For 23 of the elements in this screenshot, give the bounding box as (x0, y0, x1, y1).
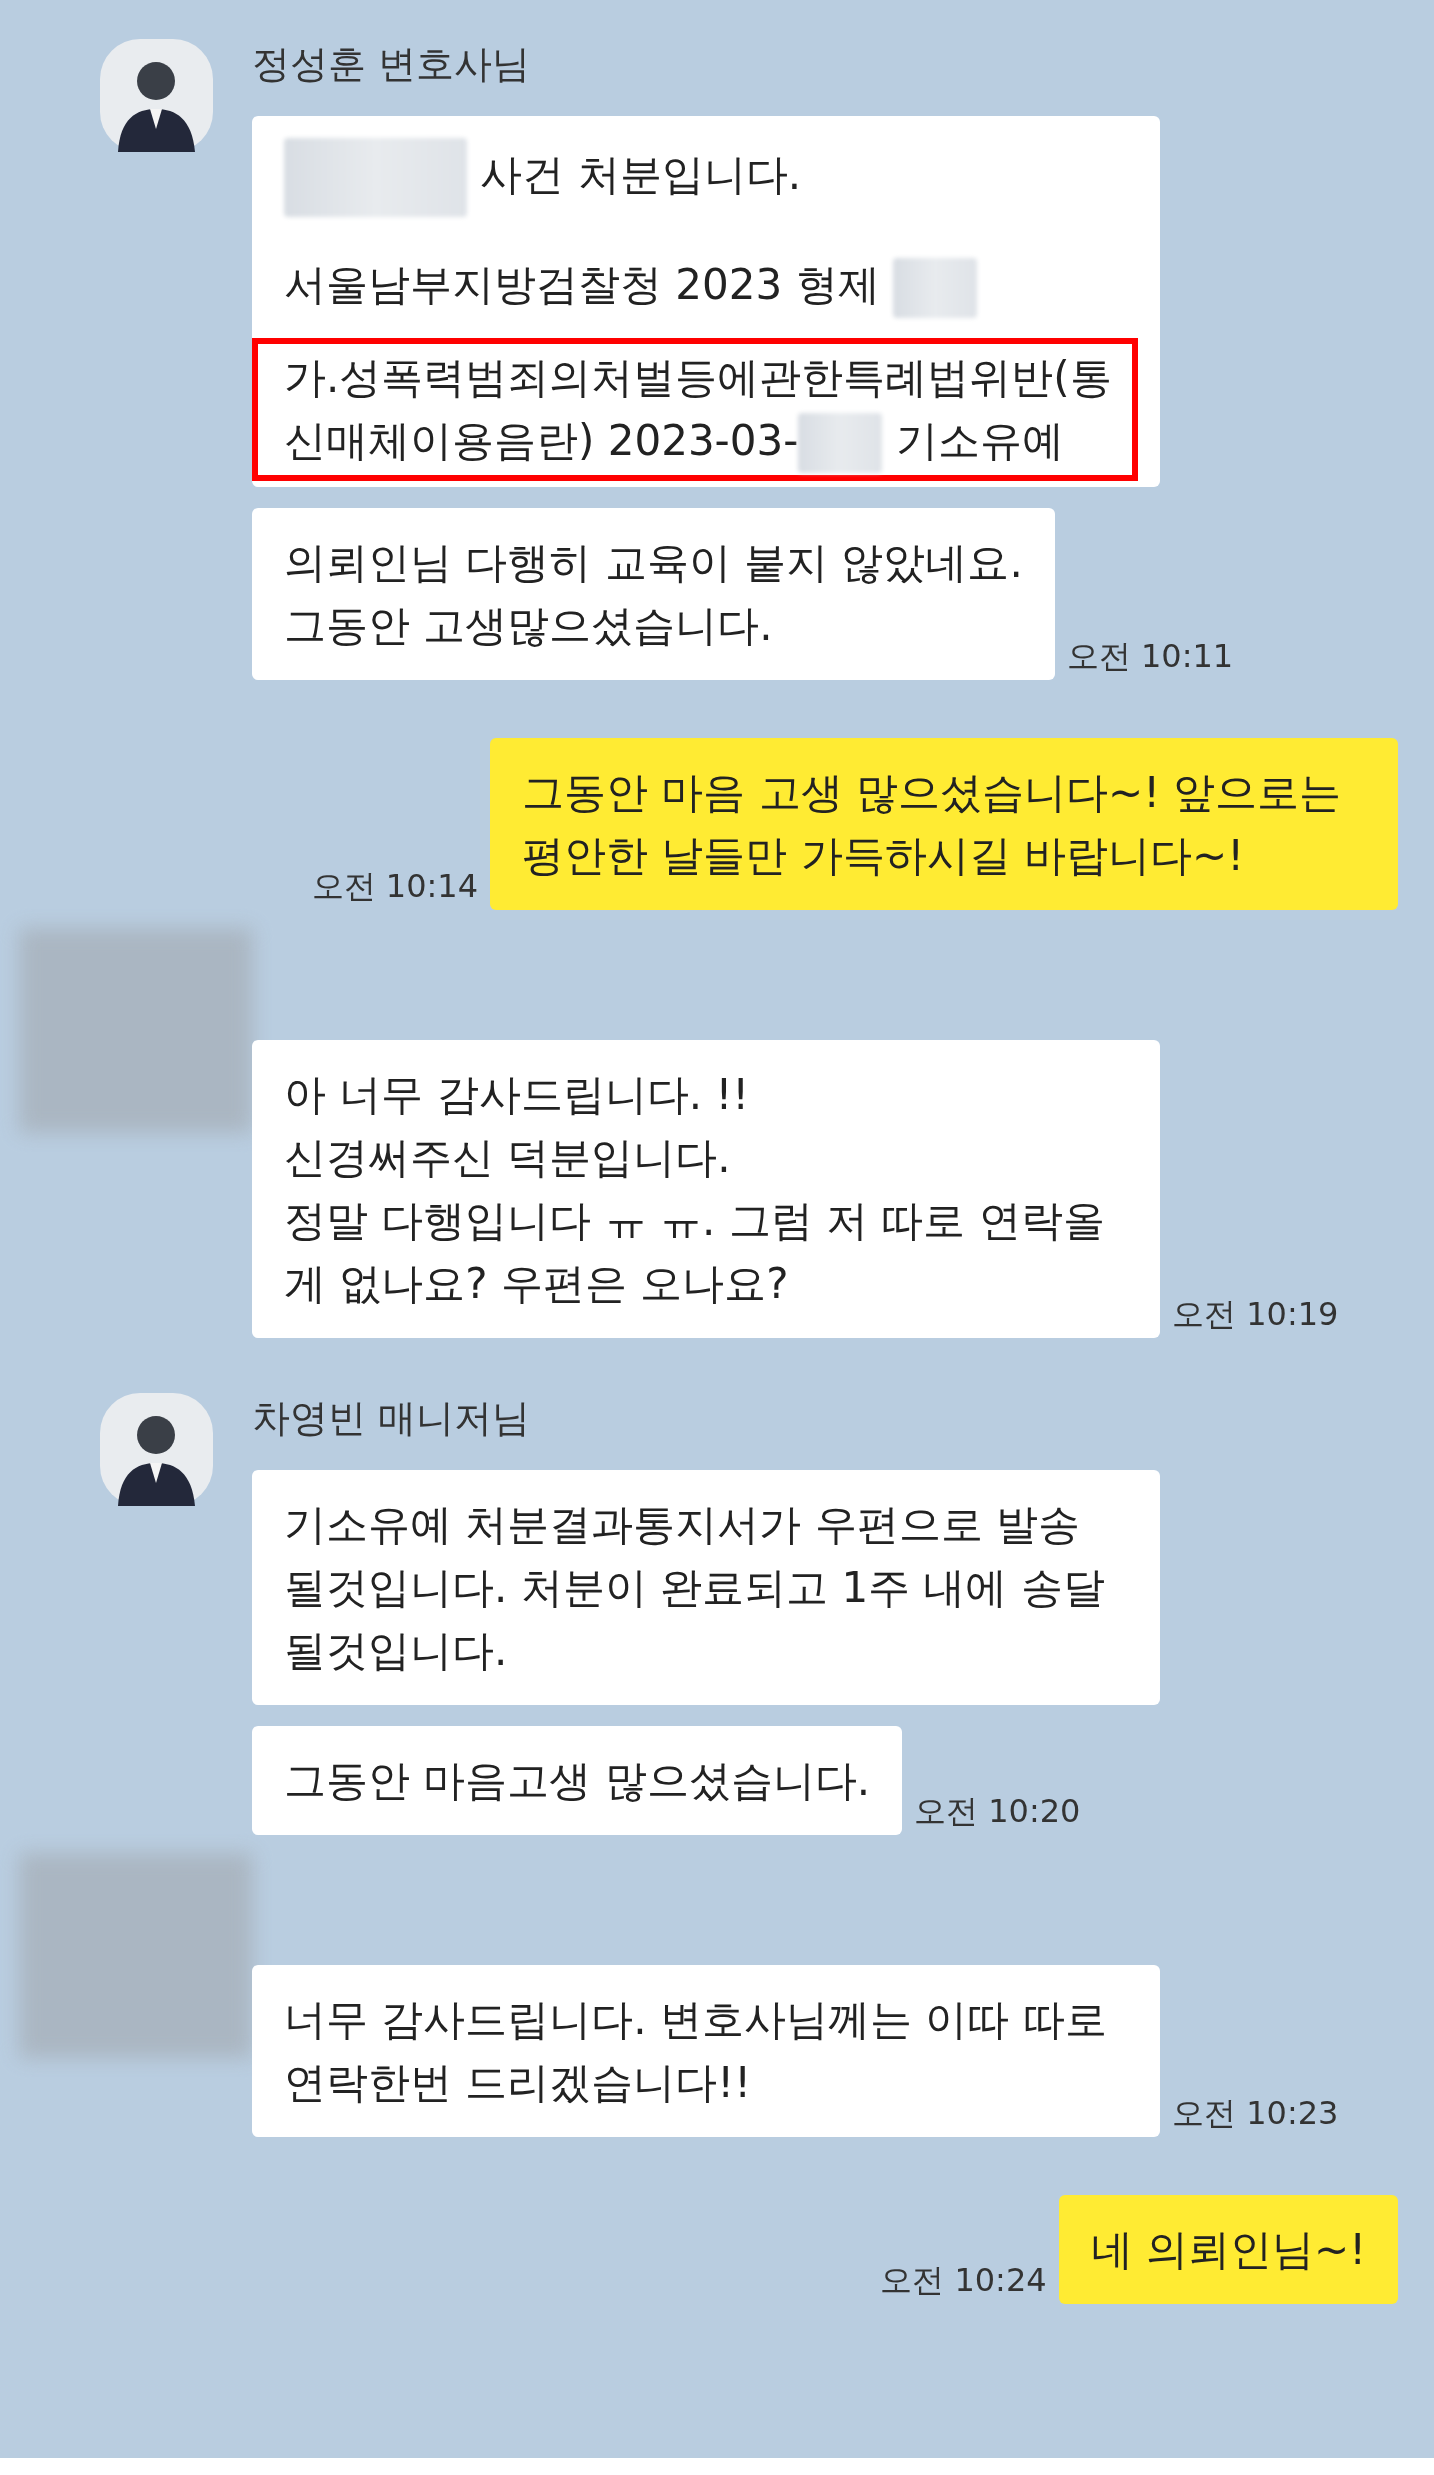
message-time: 오전 10:24 (880, 2260, 1047, 2301)
message-text: 그동안 고생많으셨습니다. (284, 600, 774, 652)
message-text: 신경써주신 덕분입니다. (284, 1132, 732, 1184)
message-text: 너무 감사드립니다. 변호사님께는 이따 따로 연락한번 드리겠습니다!! (284, 1994, 1108, 2109)
message-text: 아 너무 감사드립니다. !! (284, 1069, 751, 1121)
avatar-icon (100, 1393, 213, 1506)
message-text: 기소유예 처분결과통지서가 우편으로 발송 될것입니다. 처분이 완료되고 1주 내에 송달 될것입니다. (284, 1499, 1106, 1677)
message-text: 사건 처분입니다. (284, 138, 1128, 217)
message-text: 네 의뢰인님~! (1090, 2224, 1366, 2276)
message-time: 오전 10:11 (1066, 636, 1234, 677)
avatar-icon (100, 39, 213, 152)
message-time: 오전 10:23 (1172, 2093, 1339, 2134)
message-text: 가.성폭력범죄의처벌등에관한특례법위반(통신매체이용음란) 2023-03- 기소유예 (252, 337, 1138, 481)
message-text: 서울남부지방검찰청 2023 형제 (284, 253, 1128, 318)
message-text: 의뢰인님 다행히 교육이 붙지 않았네요. (284, 537, 1023, 589)
message-time: 오전 10:19 (1172, 1294, 1339, 1335)
message-time: 오전 10:14 (311, 866, 478, 907)
message-text: 그동안 마음 고생 많으셨습니다~! 앞으로는 평안한 날들만 가득하시길 바랍니다~! (522, 767, 1343, 882)
sender-name: 차영빈 매니저님 (252, 1395, 532, 1442)
message-text: 그동안 마음고생 많으셨습니다. (284, 1755, 871, 1807)
message-time: 오전 10:20 (914, 1791, 1081, 1832)
sender-name: 정성훈 변호사님 (252, 41, 532, 88)
message-text: 정말 다행입니다 ㅠ ㅠ. 그럼 저 따로 연락올게 없나요? 우편은 오나요? (284, 1195, 1106, 1310)
